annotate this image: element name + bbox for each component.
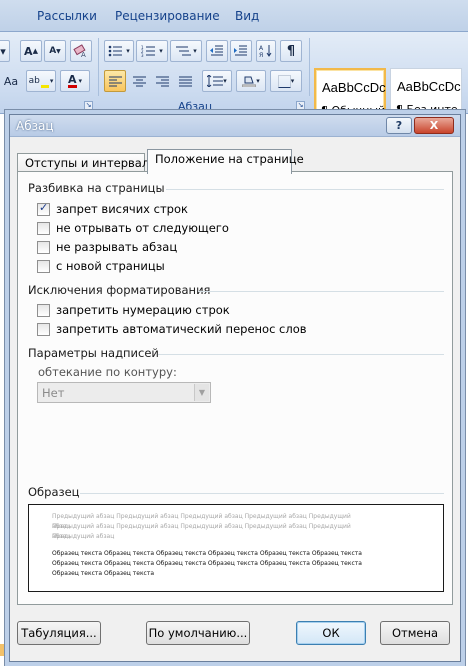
line-spacing-icon[interactable]: ▾ xyxy=(202,70,232,92)
change-case-button[interactable]: Aa xyxy=(0,70,22,92)
document-marker xyxy=(0,644,6,656)
suppress-line-numbers-label: запретить нумерацию строк xyxy=(56,303,230,317)
dialog-titlebar[interactable]: Абзац ? X xyxy=(10,115,460,137)
section-divider xyxy=(80,493,444,494)
preview-sample-text-line: Образец текста Образец текста Образец те… xyxy=(52,560,362,567)
preview-box: Предыдущий абзац Предыдущий абзац Предыд… xyxy=(28,504,444,592)
widow-orphan-control-checkbox[interactable]: ✓ xyxy=(37,200,50,216)
grow-font-icon[interactable]: A ▲ xyxy=(20,40,42,62)
dont-hyphenate-option[interactable]: запретить автоматический перенос слов xyxy=(37,321,307,337)
section-divider xyxy=(166,189,444,190)
clear-formatting-icon[interactable]: A xyxy=(70,40,92,62)
preview-sample-text-line: Образец текста Образец текста xyxy=(52,570,155,577)
tight-wrap-select[interactable]: Нет ▼ xyxy=(37,382,211,403)
tab-line-and-page-breaks[interactable]: Положение на странице xyxy=(147,149,304,174)
paragraph-group-label: Абзац xyxy=(178,100,213,113)
suppress-line-numbers-checkbox[interactable] xyxy=(37,303,50,317)
bullets-icon[interactable]: ▾ xyxy=(104,40,134,62)
font-size-dropdown[interactable]: ▾ xyxy=(0,40,10,62)
section-divider xyxy=(158,354,444,355)
svg-text:A: A xyxy=(259,45,264,52)
align-left-icon[interactable] xyxy=(104,70,126,92)
ribbon-separator xyxy=(309,38,310,96)
ribbon-tab-review[interactable]: Рецензирование xyxy=(115,9,220,23)
numbering-icon[interactable]: 1 2 3 ▾ xyxy=(136,40,168,62)
tab-indents-and-spacing[interactable]: Отступы и интервалы xyxy=(17,153,158,173)
section-divider xyxy=(198,291,444,292)
highlight-color-icon[interactable]: ab ▾ xyxy=(26,70,56,92)
ribbon-tab-bar: Рассылки Рецензирование Вид xyxy=(0,0,468,32)
multilevel-list-icon[interactable]: ▾ xyxy=(170,40,202,62)
set-as-default-button[interactable]: По умолчанию... xyxy=(146,621,250,645)
shrink-font-icon[interactable]: A ▼ xyxy=(44,40,66,62)
checkmark-icon: ✓ xyxy=(39,200,49,214)
preview-heading: Образец xyxy=(28,485,80,499)
widow-orphan-control-label: запрет висячих строк xyxy=(56,202,188,216)
help-button[interactable]: ? xyxy=(386,117,412,134)
close-button[interactable]: X xyxy=(414,117,454,134)
ribbon-tab-mailings[interactable]: Рассылки xyxy=(37,9,97,23)
font-color-icon[interactable]: A ▾ xyxy=(60,70,90,92)
ribbon-tab-view[interactable]: Вид xyxy=(235,9,259,23)
tight-wrap-value: Нет xyxy=(42,386,65,400)
widow-orphan-control-option[interactable]: ✓ запрет висячих строк xyxy=(37,201,188,217)
keep-lines-together-option[interactable]: не разрывать абзац xyxy=(37,239,177,255)
page-break-before-label: с новой страницы xyxy=(56,259,165,273)
close-icon: X xyxy=(429,119,439,132)
dont-hyphenate-label: запретить автоматический перенос слов xyxy=(56,322,307,336)
font-dialog-launcher-icon[interactable]: ↘ xyxy=(84,101,93,110)
document-page-right xyxy=(460,114,468,666)
ribbon-body: ▾ A ▲ A ▼ A Aa ab ▾ A ▾ ▾ 1 2 3 ▾ ▾ AЯ ¶ ▾ xyxy=(0,32,468,124)
tight-wrap-label: обтекание по контуру: xyxy=(38,365,177,379)
increase-indent-icon[interactable] xyxy=(230,40,252,62)
page-break-before-option[interactable]: с новой страницы xyxy=(37,258,165,274)
ribbon-separator xyxy=(98,38,99,96)
sort-icon[interactable]: AЯ xyxy=(256,40,276,62)
preview-previous-paragraph-line: Предыдущий абзац xyxy=(52,533,115,540)
suppress-line-numbers-option[interactable]: запретить нумерацию строк xyxy=(37,302,230,318)
style-sample: AaBbCcDc xyxy=(397,79,461,94)
keep-with-next-checkbox[interactable] xyxy=(37,221,50,235)
dialog-title: Абзац xyxy=(16,119,54,133)
svg-text:Я: Я xyxy=(259,52,263,58)
decrease-indent-icon[interactable] xyxy=(206,40,228,62)
ok-button[interactable]: ОК xyxy=(296,621,366,645)
paragraph-dialog-launcher-icon[interactable]: ↘ xyxy=(296,101,305,110)
keep-with-next-label: не отрывать от следующего xyxy=(56,221,229,235)
svg-text:A: A xyxy=(81,51,86,58)
preview-sample-text-line: Образец текста Образец текста Образец те… xyxy=(52,550,362,557)
keep-with-next-option[interactable]: не отрывать от следующего xyxy=(37,220,229,236)
align-right-icon[interactable] xyxy=(151,70,173,92)
page-break-before-checkbox[interactable] xyxy=(37,259,50,273)
tabs-button[interactable]: Табуляция... xyxy=(17,621,101,645)
show-formatting-marks-icon[interactable]: ¶ xyxy=(280,40,302,62)
svg-text:3: 3 xyxy=(141,53,144,57)
chevron-down-icon: ▼ xyxy=(194,384,209,401)
borders-icon[interactable]: ▾ xyxy=(270,70,302,92)
style-sample: AaBbCcDc xyxy=(322,80,386,95)
cancel-button[interactable]: Отмена xyxy=(380,621,450,645)
dont-hyphenate-checkbox[interactable] xyxy=(37,322,50,336)
justify-icon[interactable] xyxy=(174,70,196,92)
textbox-options-heading: Параметры надписей xyxy=(28,346,159,360)
help-icon: ? xyxy=(395,119,403,132)
change-case-label: Aa xyxy=(3,74,19,88)
keep-lines-together-label: не разрывать абзац xyxy=(56,240,178,254)
pagination-heading: Разбивка на страницы xyxy=(28,181,165,195)
paragraph-dialog: Абзац ? X Отступы и интервалы Положение … xyxy=(9,114,461,662)
shading-icon[interactable]: ▾ xyxy=(236,70,266,92)
keep-lines-together-checkbox[interactable] xyxy=(37,240,50,254)
align-center-icon[interactable] xyxy=(128,70,150,92)
formatting-exceptions-heading: Исключения форматирования xyxy=(28,283,211,297)
tab-panel: Разбивка на страницы ✓ запрет висячих ст… xyxy=(17,171,453,605)
